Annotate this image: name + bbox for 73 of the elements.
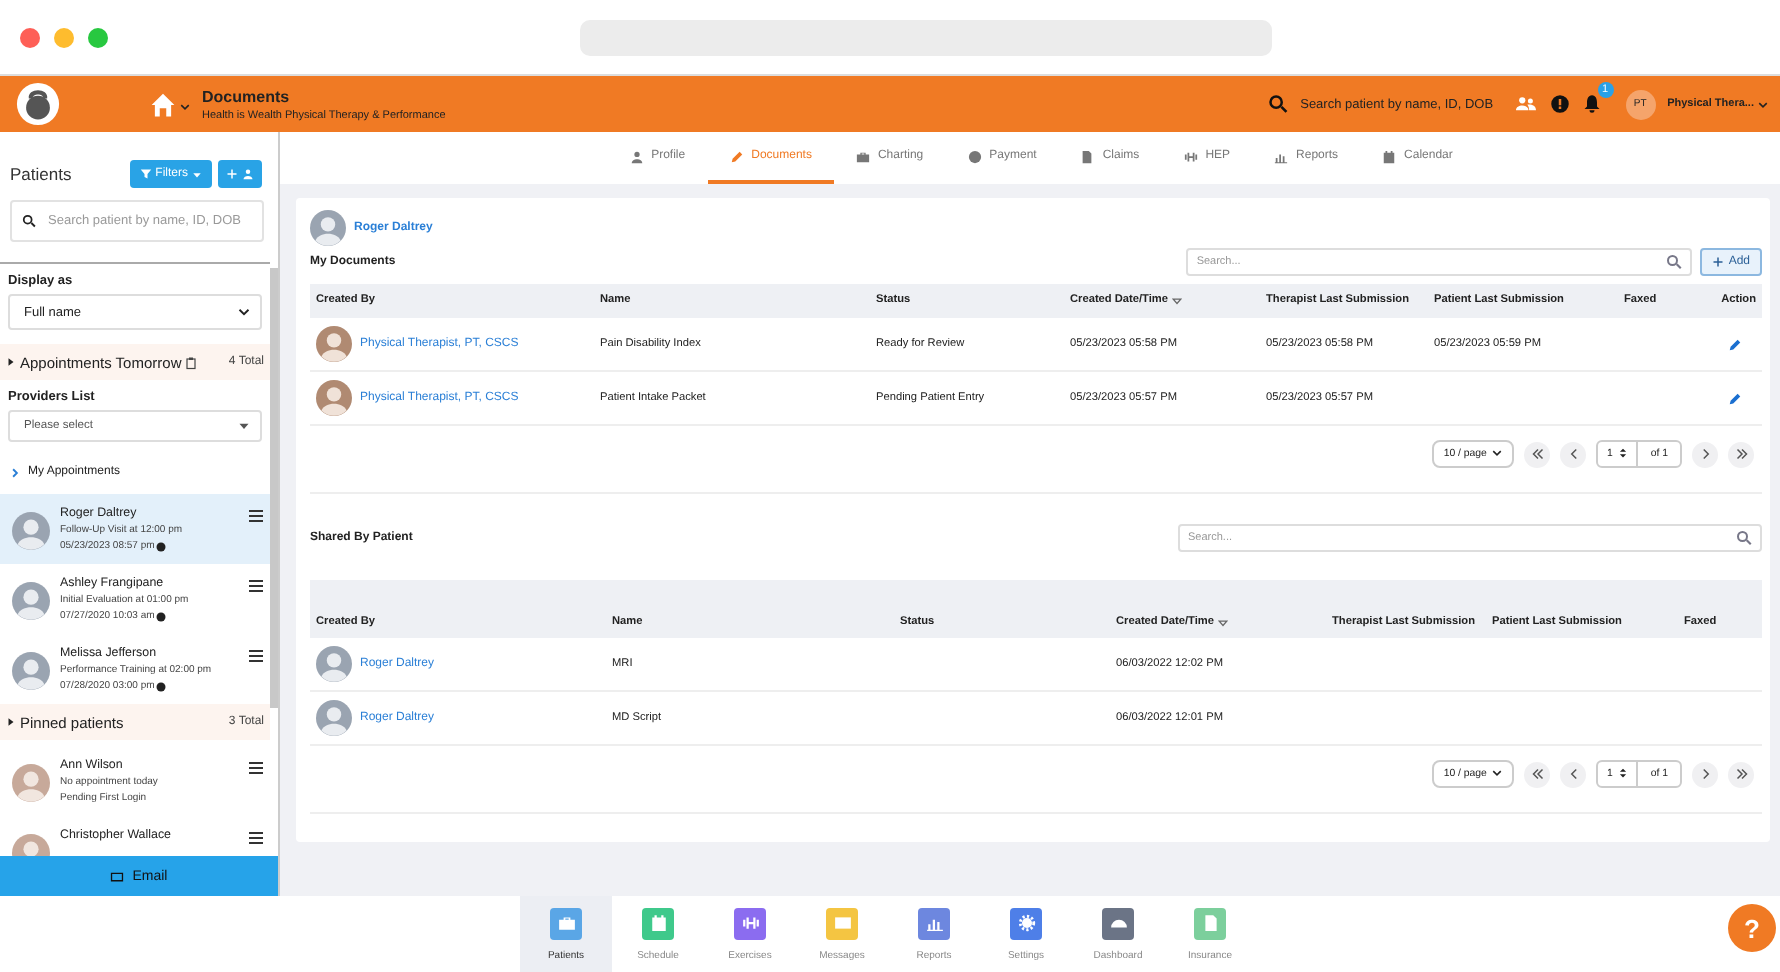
filter-icon [139,168,152,180]
person-icon [242,168,254,180]
search-icon[interactable] [1736,530,1752,546]
avatar [316,646,352,682]
stepper-icon [1618,448,1629,459]
bar-chart-icon [1274,149,1289,163]
info-icon[interactable] [1549,94,1570,114]
menu-icon[interactable] [248,648,264,664]
page-title: Documents [202,87,292,105]
menu-icon[interactable] [248,830,264,846]
caret-icon[interactable] [180,101,190,111]
dumbbell-icon [1183,149,1198,163]
caret-icon[interactable] [1758,99,1768,109]
avatar [316,326,352,362]
avatar [12,512,50,550]
last-page-button[interactable] [1728,441,1754,467]
sort-icon[interactable] [1172,296,1183,306]
clipboard-icon [185,355,196,369]
search-icon[interactable] [1666,254,1683,270]
avatar [310,210,346,246]
previous-page-button[interactable] [1560,441,1587,467]
chevron-right-icon [1699,768,1711,780]
chevron-right-icon [1699,448,1711,460]
caret-icon [238,420,250,432]
double-chevron-left-icon [1531,448,1544,460]
calendar-icon [1382,149,1397,163]
search-icon[interactable] [1268,94,1289,114]
add-patient-button[interactable] [218,160,262,188]
double-chevron-right-icon [1735,448,1747,460]
chevron-icon[interactable] [10,467,20,477]
avatar [12,652,50,690]
menu-icon[interactable] [248,578,264,594]
caret-icon [238,306,250,318]
caret-icon [1492,768,1503,779]
home-icon[interactable] [150,91,176,117]
pencil-icon [729,149,744,163]
double-chevron-left-icon [1531,768,1544,780]
scrollbar[interactable] [270,268,278,708]
first-page-button[interactable] [1524,441,1551,467]
edit-icon[interactable] [1728,391,1742,405]
last-page-button[interactable] [1728,761,1754,787]
menu-icon[interactable] [248,508,264,524]
search-icon [22,214,36,228]
person-icon [629,149,644,163]
next-page-button[interactable] [1692,761,1718,787]
menu-icon[interactable] [248,760,264,776]
stepper-icon [1618,768,1629,779]
plus-icon [226,168,238,180]
chevron-left-icon [1567,448,1580,460]
first-page-button[interactable] [1524,761,1551,787]
avatar [12,764,50,802]
chevron-left-icon [1567,768,1580,780]
expand-icon[interactable] [6,716,16,728]
double-chevron-right-icon [1735,768,1747,780]
close-window-button[interactable] [20,27,40,47]
avatar [316,380,352,416]
caret-icon [192,169,202,179]
edit-icon[interactable] [1728,337,1742,351]
kettlebell-logo[interactable] [16,82,60,126]
sort-icon[interactable] [1218,618,1229,629]
caret-icon [1492,448,1503,459]
plus-icon [1712,256,1725,268]
document-icon [1080,149,1095,163]
people-icon[interactable] [1513,94,1538,114]
medical-kit-icon [855,149,870,163]
bell-icon[interactable] [1581,94,1602,114]
previous-page-button[interactable] [1560,761,1587,787]
sidebar-title: Patients [10,164,72,184]
expand-icon[interactable] [6,356,16,368]
envelope-icon [110,869,125,883]
avatar [12,582,50,620]
next-page-button[interactable] [1692,441,1718,467]
avatar [316,700,352,736]
